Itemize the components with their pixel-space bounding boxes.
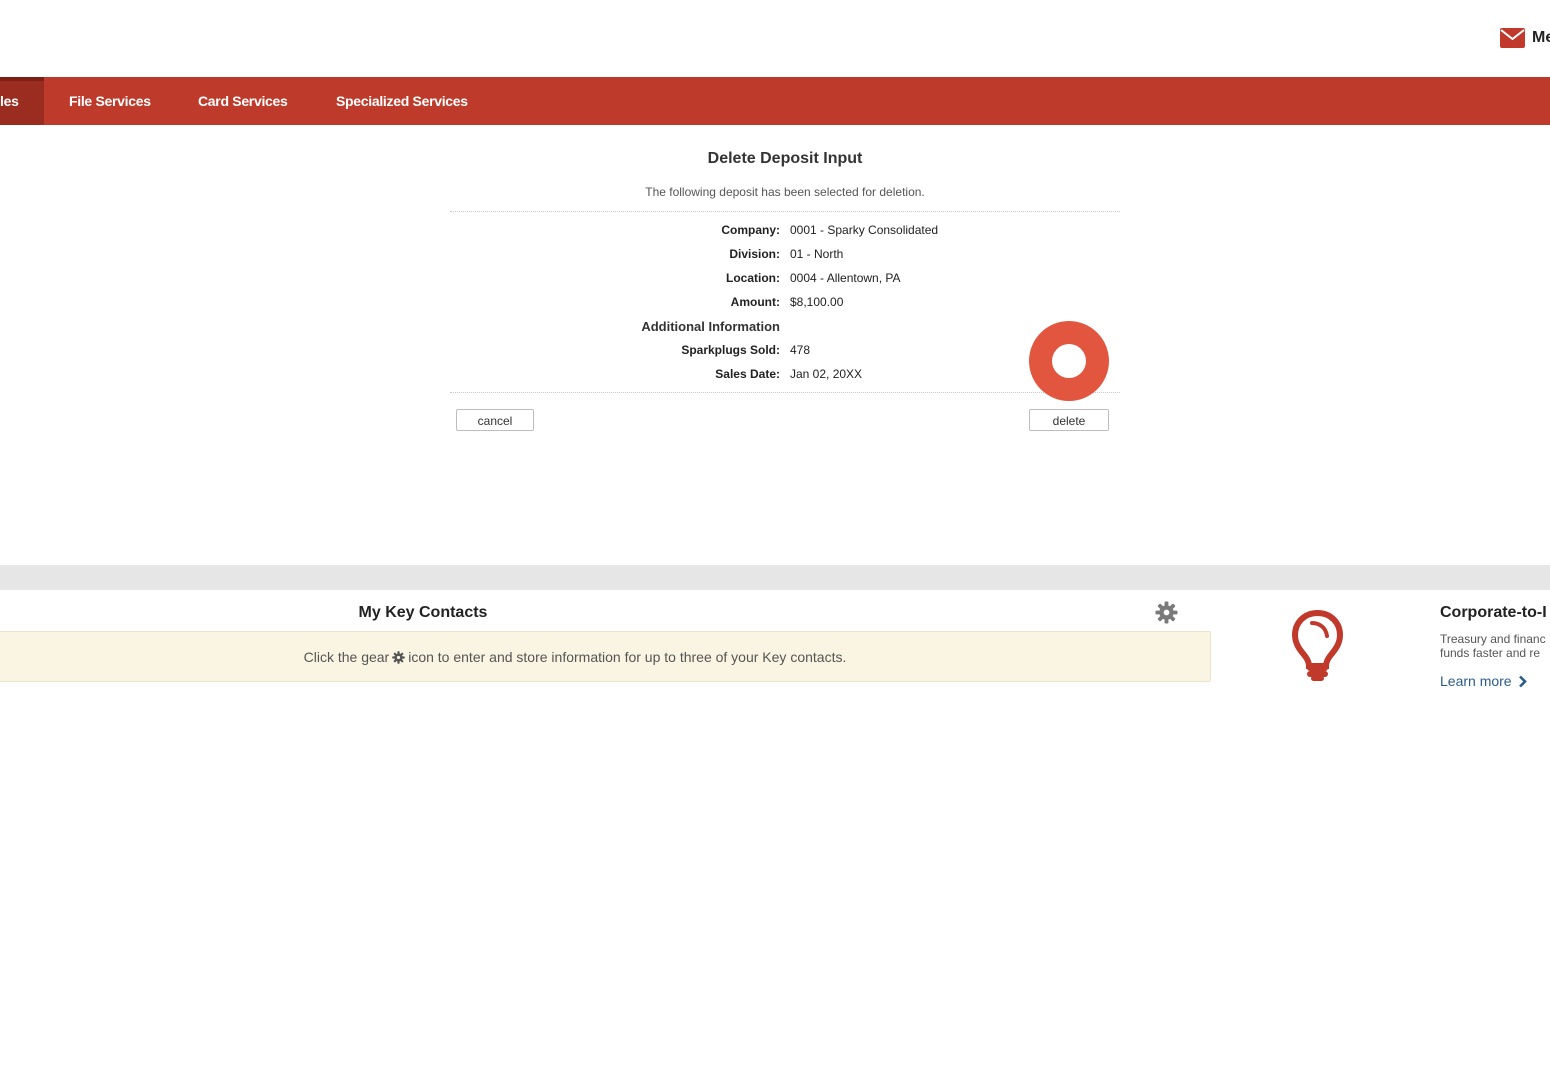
- key-contacts-title: My Key Contacts: [358, 604, 488, 621]
- cancel-button[interactable]: cancel: [456, 409, 534, 431]
- nav-item-card-services[interactable]: Card Services: [198, 77, 288, 125]
- notice-text-end: icon to enter and store information for …: [408, 649, 847, 665]
- nav-item-label: Card Services: [198, 93, 288, 109]
- chevron-right-icon: [1518, 675, 1527, 687]
- section-separator: [0, 565, 1550, 590]
- notice-text-start: Click the gear: [303, 649, 390, 665]
- inline-gear-icon: [392, 650, 405, 664]
- promo-text: Treasury and financ funds faster and re: [1440, 632, 1546, 660]
- page-title: Delete Deposit Input: [707, 150, 863, 167]
- field-row-location: Location: 0004 - Allentown, PA: [450, 271, 1120, 291]
- nav-item-file-services[interactable]: File Services: [69, 77, 151, 125]
- key-contacts-notice-text: Click the gear icon to enter and store i…: [0, 649, 1150, 665]
- top-bar: Me: [0, 0, 1550, 77]
- field-value: Jan 02, 20XX: [790, 367, 863, 381]
- field-row-amount: Amount: $8,100.00: [450, 295, 1120, 315]
- field-label: Company:: [721, 223, 780, 237]
- promo-title: Corporate-to-I: [1440, 604, 1547, 621]
- field-label: Location:: [726, 271, 780, 285]
- nav-item-label: File Services: [69, 93, 151, 109]
- messages-link[interactable]: Me: [1500, 28, 1550, 48]
- delete-button[interactable]: delete: [1029, 409, 1109, 431]
- field-label: Sales Date:: [715, 367, 780, 381]
- nav-item-specialized-services[interactable]: Specialized Services: [336, 77, 468, 125]
- divider-top: [450, 211, 1120, 212]
- page-subtitle: The following deposit has been selected …: [645, 185, 925, 199]
- nav-active-indicator: [0, 77, 44, 81]
- additional-info-heading: Additional Information: [641, 319, 780, 334]
- lightbulb-icon: [1291, 610, 1344, 681]
- field-row-company: Company: 0001 - Sparky Consolidated: [450, 223, 1120, 243]
- field-value: 478: [790, 343, 811, 357]
- nav-item-label: Specialized Services: [336, 93, 468, 109]
- field-row-division: Division: 01 - North: [450, 247, 1120, 267]
- divider-bottom: [450, 392, 1120, 393]
- gear-icon[interactable]: [1155, 601, 1178, 624]
- additional-info-row: Additional Information: [450, 319, 1120, 339]
- learn-more-link[interactable]: Learn more: [1440, 673, 1527, 689]
- field-label: Amount:: [730, 295, 780, 309]
- field-value: 0001 - Sparky Consolidated: [790, 223, 939, 237]
- main-nav: les File Services Card Services Speciali…: [0, 77, 1550, 125]
- learn-more-label: Learn more: [1440, 673, 1512, 689]
- nav-item-partial[interactable]: les: [0, 77, 44, 125]
- nav-item-label: les: [0, 93, 19, 109]
- messages-label: Me: [1532, 29, 1550, 46]
- field-value: 0004 - Allentown, PA: [790, 271, 901, 285]
- field-row-sparkplugs-sold: Sparkplugs Sold: 478: [450, 343, 1120, 363]
- field-value: $8,100.00: [790, 295, 844, 309]
- mail-icon: [1500, 28, 1525, 48]
- field-label: Sparkplugs Sold:: [681, 343, 780, 357]
- field-value: 01 - North: [790, 247, 844, 261]
- click-indicator: [1029, 321, 1109, 401]
- field-label: Division:: [729, 247, 780, 261]
- field-row-sales-date: Sales Date: Jan 02, 20XX: [450, 367, 1120, 387]
